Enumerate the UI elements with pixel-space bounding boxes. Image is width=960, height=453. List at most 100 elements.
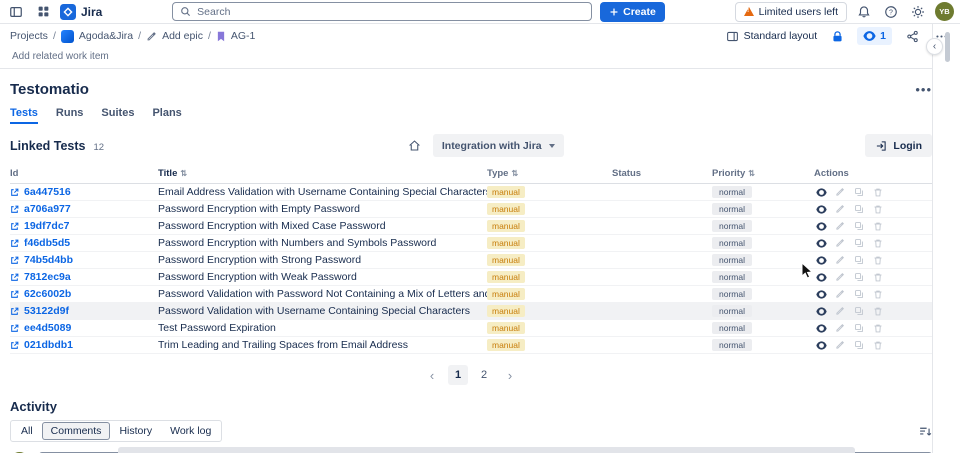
copy-icon[interactable] <box>852 304 866 318</box>
breadcrumb-issue-key[interactable]: AG-1 <box>231 30 256 42</box>
copy-icon[interactable] <box>852 321 866 335</box>
delete-trash-icon[interactable] <box>871 219 885 233</box>
edit-pencil-icon[interactable] <box>833 338 847 352</box>
test-id-link[interactable]: 6a447516 <box>24 186 71 198</box>
tab-plans[interactable]: Plans <box>152 107 181 124</box>
lock-icon[interactable] <box>828 27 846 45</box>
table-row: 6a447516 Email Address Validation with U… <box>10 184 932 201</box>
delete-trash-icon[interactable] <box>871 321 885 335</box>
test-id-link[interactable]: 74b5d4bb <box>24 254 73 266</box>
test-id-link[interactable]: ee4d5089 <box>24 322 71 334</box>
sort-order-icon[interactable] <box>918 425 932 438</box>
limited-users-button[interactable]: Limited users left <box>734 1 847 22</box>
tab-history[interactable]: History <box>110 422 161 440</box>
delete-trash-icon[interactable] <box>871 304 885 318</box>
tab-all[interactable]: All <box>12 422 42 440</box>
search-input[interactable] <box>197 5 585 18</box>
header-priority[interactable]: Priority ⇅ <box>712 168 814 179</box>
test-id-link[interactable]: a706a977 <box>24 203 71 215</box>
view-eye-icon[interactable] <box>814 253 828 267</box>
view-eye-icon[interactable] <box>814 270 828 284</box>
copy-icon[interactable] <box>852 338 866 352</box>
view-eye-icon[interactable] <box>814 287 828 301</box>
header-type[interactable]: Type ⇅ <box>487 168 612 179</box>
delete-trash-icon[interactable] <box>871 338 885 352</box>
breadcrumb-project[interactable]: Agoda&Jira <box>79 30 133 42</box>
user-avatar[interactable]: YB <box>935 2 954 21</box>
view-eye-icon[interactable] <box>814 304 828 318</box>
create-button[interactable]: Create <box>600 1 665 22</box>
delete-trash-icon[interactable] <box>871 185 885 199</box>
test-id-link[interactable]: 62c6002b <box>24 288 71 300</box>
right-panel-divider <box>932 24 933 453</box>
integration-dropdown[interactable]: Integration with Jira <box>432 134 564 157</box>
pagination-page-1[interactable]: 1 <box>448 365 468 385</box>
copy-icon[interactable] <box>852 202 866 216</box>
app-switcher-icon[interactable] <box>33 2 53 22</box>
pagination-next-icon[interactable]: › <box>500 365 520 385</box>
global-search[interactable] <box>172 2 593 21</box>
tab-tests[interactable]: Tests <box>10 107 38 124</box>
edit-pencil-icon[interactable] <box>146 31 157 42</box>
edit-pencil-icon[interactable] <box>833 253 847 267</box>
edit-pencil-icon[interactable] <box>833 270 847 284</box>
copy-icon[interactable] <box>852 219 866 233</box>
view-eye-icon[interactable] <box>814 236 828 250</box>
login-button[interactable]: Login <box>865 134 932 157</box>
help-icon[interactable]: ? <box>881 2 901 22</box>
view-eye-icon[interactable] <box>814 338 828 352</box>
edit-pencil-icon[interactable] <box>833 321 847 335</box>
edit-pencil-icon[interactable] <box>833 202 847 216</box>
copy-icon[interactable] <box>852 185 866 199</box>
priority-badge: normal <box>712 322 752 334</box>
test-id-link[interactable]: f46db5d5 <box>24 237 70 249</box>
delete-trash-icon[interactable] <box>871 270 885 284</box>
test-id-link[interactable]: 53122d9f <box>24 305 69 317</box>
external-link-icon <box>10 205 19 214</box>
test-id-link[interactable]: 19df7dc7 <box>24 220 70 232</box>
view-eye-icon[interactable] <box>814 321 828 335</box>
header-id[interactable]: Id <box>10 168 158 179</box>
tab-runs[interactable]: Runs <box>56 107 84 124</box>
type-badge: manual <box>487 271 525 283</box>
view-eye-icon[interactable] <box>814 202 828 216</box>
notifications-bell-icon[interactable] <box>854 2 874 22</box>
edit-pencil-icon[interactable] <box>833 287 847 301</box>
tab-suites[interactable]: Suites <box>101 107 134 124</box>
scrollbar-thumb[interactable] <box>945 32 950 62</box>
pagination-page-2[interactable]: 2 <box>474 365 494 385</box>
breadcrumb-projects[interactable]: Projects <box>10 30 48 42</box>
collapse-panel-chevron-icon[interactable]: ‹ <box>926 38 943 55</box>
delete-trash-icon[interactable] <box>871 287 885 301</box>
add-related-work-item[interactable]: Add related work item <box>12 51 932 62</box>
copy-icon[interactable] <box>852 236 866 250</box>
view-eye-icon[interactable] <box>814 185 828 199</box>
sidebar-toggle-icon[interactable] <box>6 2 26 22</box>
test-id-link[interactable]: 021dbdb1 <box>24 339 73 351</box>
jira-logo[interactable]: Jira <box>60 3 102 20</box>
watchers-button[interactable]: 1 <box>857 27 892 45</box>
breadcrumb-add-epic[interactable]: Add epic <box>162 30 203 42</box>
pagination-prev-icon[interactable]: ‹ <box>422 365 442 385</box>
settings-gear-icon[interactable] <box>908 2 928 22</box>
panel-more-icon[interactable]: ••• <box>915 83 932 96</box>
header-status[interactable]: Status <box>612 168 712 179</box>
layout-button[interactable]: Standard layout <box>726 30 817 43</box>
header-title[interactable]: Title ⇅ <box>158 168 487 179</box>
edit-pencil-icon[interactable] <box>833 219 847 233</box>
copy-icon[interactable] <box>852 270 866 284</box>
tab-comments[interactable]: Comments <box>41 422 111 440</box>
delete-trash-icon[interactable] <box>871 253 885 267</box>
delete-trash-icon[interactable] <box>871 236 885 250</box>
edit-pencil-icon[interactable] <box>833 185 847 199</box>
copy-icon[interactable] <box>852 287 866 301</box>
edit-pencil-icon[interactable] <box>833 304 847 318</box>
test-id-link[interactable]: 7812ec9a <box>24 271 71 283</box>
copy-icon[interactable] <box>852 253 866 267</box>
delete-trash-icon[interactable] <box>871 202 885 216</box>
view-eye-icon[interactable] <box>814 219 828 233</box>
tab-worklog[interactable]: Work log <box>161 422 220 440</box>
edit-pencil-icon[interactable] <box>833 236 847 250</box>
share-icon[interactable] <box>903 27 921 45</box>
home-icon[interactable] <box>406 137 424 155</box>
